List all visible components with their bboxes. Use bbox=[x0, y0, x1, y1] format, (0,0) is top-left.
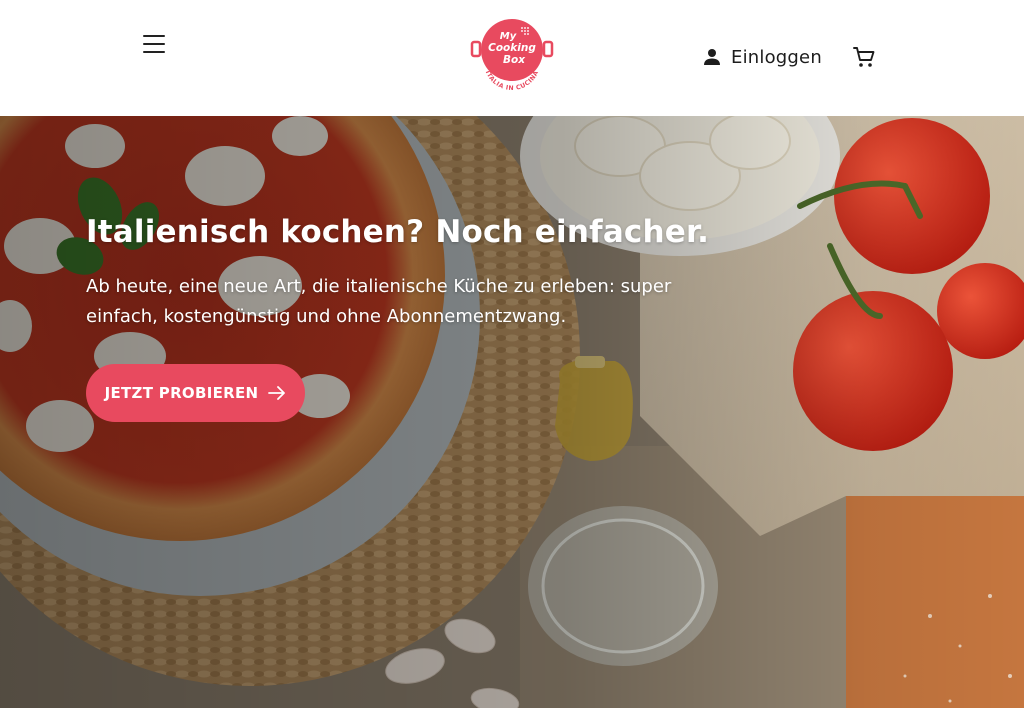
try-now-label: JETZT PROBIEREN bbox=[104, 384, 259, 402]
logo-text-my: My bbox=[500, 31, 517, 42]
shopping-cart-icon[interactable] bbox=[852, 45, 876, 69]
hamburger-menu-icon[interactable] bbox=[143, 33, 167, 55]
site-header: My Cooking Box ITALIA IN CUCINA Einlogge… bbox=[0, 0, 1024, 116]
login-label: Einloggen bbox=[731, 46, 822, 68]
arrow-right-icon bbox=[268, 386, 286, 400]
hero-subtitle-line2: einfach, kostengünstig und ohne Abonneme… bbox=[86, 306, 567, 327]
logo-text-cooking: Cooking bbox=[488, 42, 536, 54]
hero-banner: Italienisch kochen? Noch einfacher. Ab h… bbox=[0, 116, 1024, 708]
hero-title: Italienisch kochen? Noch einfacher. bbox=[86, 214, 710, 250]
user-icon bbox=[704, 49, 720, 65]
hero-subtitle-line1: Ab heute, eine neue Art, die italienisch… bbox=[86, 276, 672, 297]
try-now-button[interactable]: JETZT PROBIEREN bbox=[86, 364, 305, 422]
logo-text-box: Box bbox=[503, 54, 526, 66]
my-cooking-box-logo[interactable]: My Cooking Box ITALIA IN CUCINA bbox=[470, 16, 554, 98]
login-link[interactable]: Einloggen bbox=[703, 44, 822, 70]
hero-subtitle: Ab heute, eine neue Art, die italienisch… bbox=[86, 272, 766, 332]
